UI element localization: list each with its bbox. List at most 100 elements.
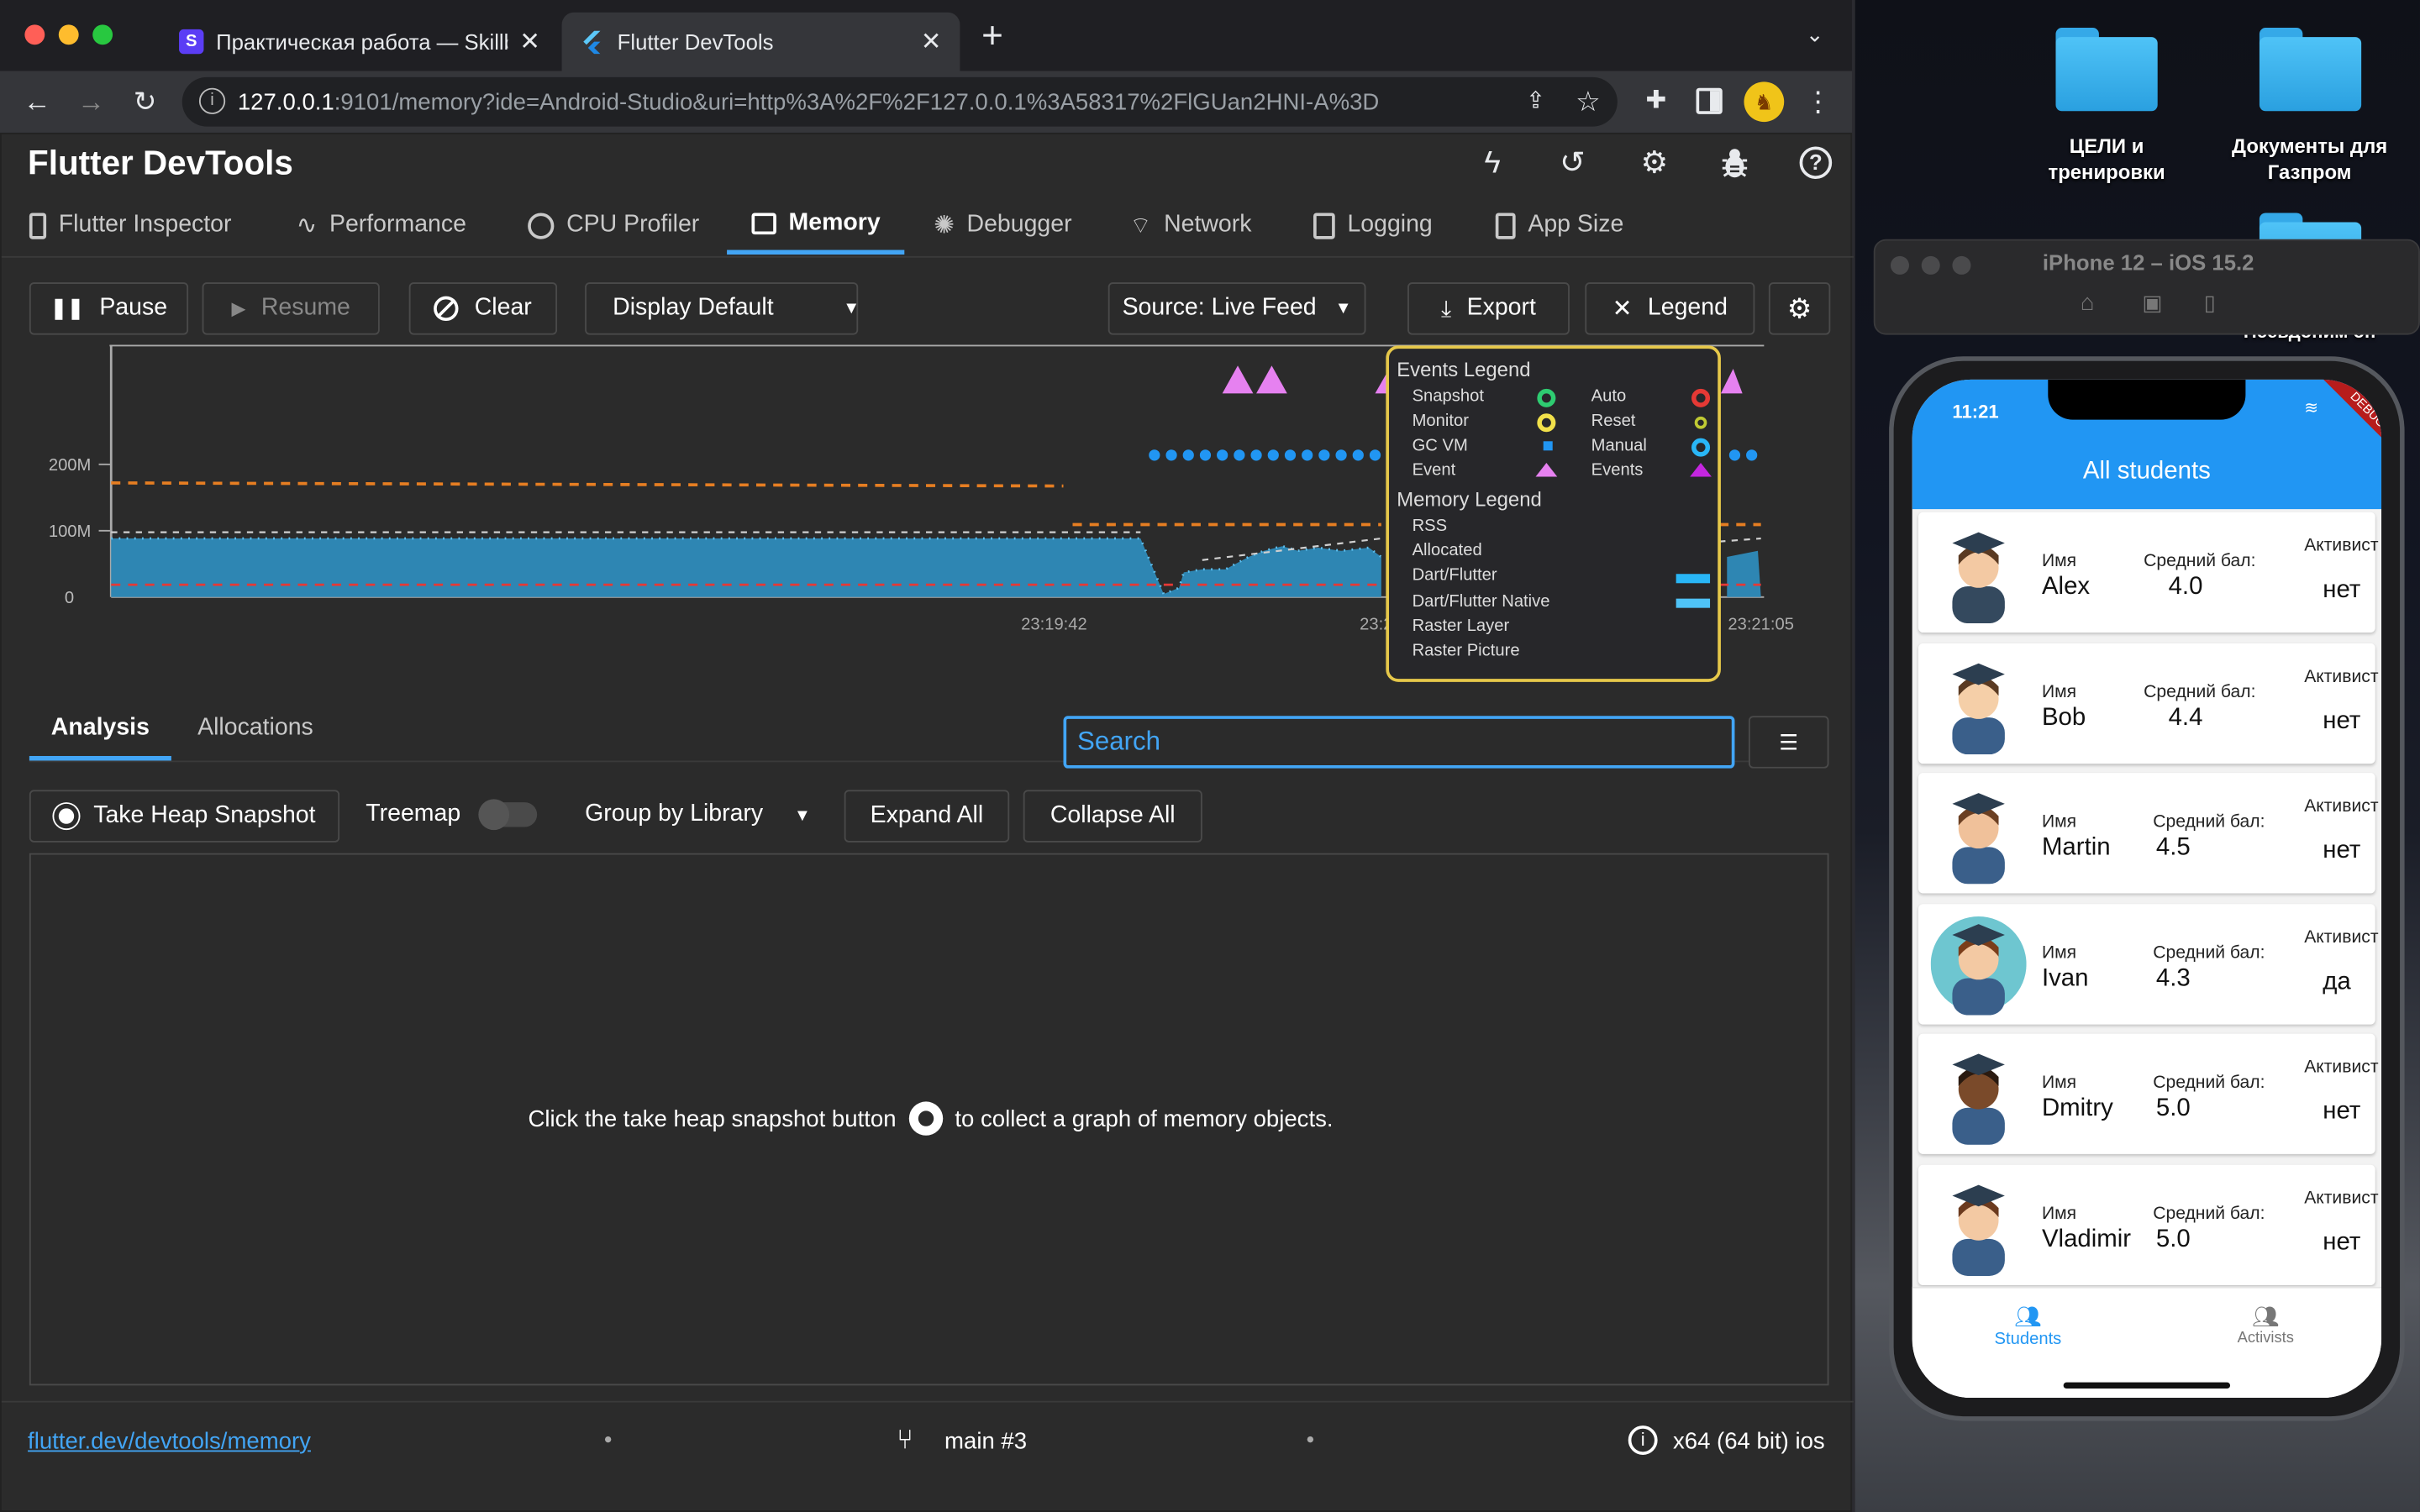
app-bar: 11:21 ≋ All students DEBUG (1912, 379, 2382, 510)
tab-title: Flutter DevTools (617, 29, 774, 55)
expand-all-button[interactable]: Expand All (844, 790, 1010, 843)
group-by-dropdown[interactable]: Group by Library ▼ (585, 801, 811, 832)
bug-icon: ✺ (934, 213, 955, 239)
tab-cpu-profiler[interactable]: CPU Profiler (528, 196, 699, 255)
name-label: Имя (2041, 812, 2077, 832)
history-icon[interactable]: ↺ (1555, 146, 1589, 180)
close-tab-icon[interactable]: ✕ (921, 26, 942, 57)
student-avatar (1952, 662, 2005, 754)
student-card[interactable]: Имя Dmitry Средний бал: 5.0 Активист нет (1918, 1033, 2378, 1154)
student-card[interactable]: Имя Ivan Средний бал: 4.3 Активист да (1918, 903, 2378, 1024)
legend-item: Events (1591, 461, 1644, 480)
student-name: Ivan (2041, 964, 2089, 992)
browser-tab-skillbox[interactable]: S Практическая работа — Skillb ✕ (160, 13, 559, 71)
folder-icon[interactable] (2055, 28, 2158, 114)
nav-activists[interactable]: 👥︎ Activists (2212, 1304, 2320, 1347)
message-text: to collect a graph of memory objects. (955, 1105, 1334, 1132)
export-button[interactable]: ⤓ Export (1407, 282, 1570, 335)
extensions-puzzle-icon[interactable]: ✚ (1640, 87, 1671, 118)
source-dropdown[interactable]: Source: Live Feed ▼ (1107, 282, 1366, 335)
tab-label: Debugger (966, 211, 1072, 238)
filter-button[interactable]: ☰ (1748, 716, 1829, 769)
docs-link[interactable]: flutter.dev/devtools/memory (28, 1429, 311, 1455)
close-tab-icon[interactable]: ✕ (519, 26, 540, 57)
bookmark-star-icon[interactable]: ☆ (1573, 87, 1604, 118)
treemap-label: Treemap (366, 801, 461, 827)
side-panel-icon[interactable] (1696, 87, 1723, 114)
legend-item: Monitor (1412, 412, 1469, 431)
take-heap-snapshot-button[interactable]: Take Heap Snapshot (29, 790, 340, 843)
camera-shutter-icon (908, 1101, 943, 1136)
student-card[interactable]: Имя Bob Средний бал: 4.4 Активист нет (1918, 642, 2378, 764)
display-dropdown[interactable]: Display Default ▼ (585, 282, 860, 335)
minimize-window-button[interactable] (58, 24, 79, 45)
legend-button[interactable]: ✕ Legend (1585, 282, 1755, 335)
heap-snapshot-panel: Click the take heap snapshot button to c… (29, 853, 1829, 1386)
grade-label: Средний бал: (2153, 1204, 2265, 1223)
nav-students[interactable]: 👥︎ Students (1974, 1304, 2082, 1348)
profile-avatar[interactable]: ♞ (1744, 81, 1785, 123)
url-host: 127.0.0.1 (237, 88, 334, 115)
chart-legend: Events Legend Snapshot Auto Monitor Rese… (1386, 345, 1721, 682)
site-info-icon[interactable]: i (198, 87, 226, 114)
home-icon[interactable]: ⌂ (2081, 290, 2095, 316)
zoom-window-button[interactable] (92, 24, 113, 45)
name-label: Имя (2041, 943, 2077, 963)
display-label: Display Default (613, 294, 774, 322)
treemap-toggle[interactable] (478, 799, 538, 831)
new-tab-icon[interactable]: + (981, 18, 1003, 55)
events-legend-title: Events Legend (1397, 358, 1531, 381)
student-card[interactable]: Имя Alex Средний бал: 4.0 Активист нет (1918, 512, 2378, 633)
tab-search-chevron-icon[interactable]: ⌄ (1806, 22, 1824, 48)
clear-button[interactable]: Clear (408, 282, 558, 335)
student-card[interactable]: Имя Martin Средний бал: 4.5 Активист нет (1918, 773, 2378, 894)
chart-settings-button[interactable]: ⚙ (1768, 282, 1831, 335)
pause-button[interactable]: ❚❚ Pause (29, 282, 189, 335)
folder-icon[interactable] (2259, 28, 2362, 114)
search-input[interactable]: Search (1063, 716, 1735, 769)
expand-all-label: Expand All (870, 802, 984, 829)
menu-kebab-icon[interactable]: ⋮ (1802, 87, 1833, 118)
tab-memory[interactable]: Memory (727, 196, 906, 255)
tab-logging[interactable]: Logging (1313, 196, 1433, 255)
folder-label[interactable]: ЦЕЛИ и тренировки (2022, 133, 2191, 185)
close-window-button[interactable] (24, 24, 45, 45)
legend-item: Reset (1591, 412, 1636, 431)
url-field[interactable]: i 127.0.0.1:9101/memory?ide=Android-Stud… (182, 76, 1618, 127)
reload-icon[interactable]: ↻ (129, 87, 160, 118)
tab-app-size[interactable]: App Size (1495, 196, 1623, 255)
lightning-icon[interactable]: ϟ (1476, 146, 1509, 180)
activist-label: Активист (2304, 1189, 2379, 1208)
browser-tab-devtools[interactable]: Flutter DevTools ✕ (561, 12, 960, 71)
back-arrow-icon[interactable]: ← (22, 87, 53, 118)
auto-marker-icon (1691, 388, 1711, 407)
screenshot-icon[interactable]: ▣ (2142, 290, 2162, 316)
tab-performance[interactable]: ∿ Performance (297, 196, 466, 255)
student-card[interactable]: Имя Vladimir Средний бал: 5.0 Активист нет (1918, 1163, 2379, 1285)
rotate-icon[interactable]: ▯ (2204, 290, 2216, 316)
bug-icon[interactable] (1719, 146, 1750, 180)
share-icon[interactable]: ⇪ (1520, 87, 1551, 118)
tab-network[interactable]: ⌔ Network (1129, 196, 1251, 255)
legend-item: Snapshot (1412, 387, 1484, 407)
tab-analysis[interactable]: Analysis (29, 714, 171, 761)
student-activist: да (2323, 968, 2351, 995)
forward-arrow-icon[interactable]: → (76, 87, 107, 118)
help-icon[interactable]: ? (1799, 146, 1833, 180)
tab-flutter-inspector[interactable]: Flutter Inspector (29, 196, 232, 255)
clipboard-icon (1313, 212, 1335, 239)
tab-debugger[interactable]: ✺ Debugger (934, 196, 1071, 255)
folder-label[interactable]: Документы для Газпром (2213, 133, 2407, 185)
tab-label: CPU Profiler (566, 211, 700, 238)
iphone-frame: 11:21 ≋ All students DEBUG Имя Alex Средни… (1889, 356, 2405, 1421)
info-icon[interactable]: i (1628, 1425, 1658, 1456)
student-avatar (1952, 1053, 2005, 1145)
settings-gear-icon[interactable]: ⚙ (1638, 146, 1671, 180)
resume-button[interactable]: ▶ Resume (202, 282, 380, 335)
student-activist: нет (2323, 1098, 2361, 1125)
student-name: Vladimir (2041, 1226, 2132, 1252)
collapse-all-button[interactable]: Collapse All (1023, 790, 1202, 843)
student-activist: нет (2323, 707, 2361, 734)
settings-gear-icon: ⚙ (1786, 292, 1812, 323)
tab-allocations[interactable]: Allocations (197, 714, 313, 760)
